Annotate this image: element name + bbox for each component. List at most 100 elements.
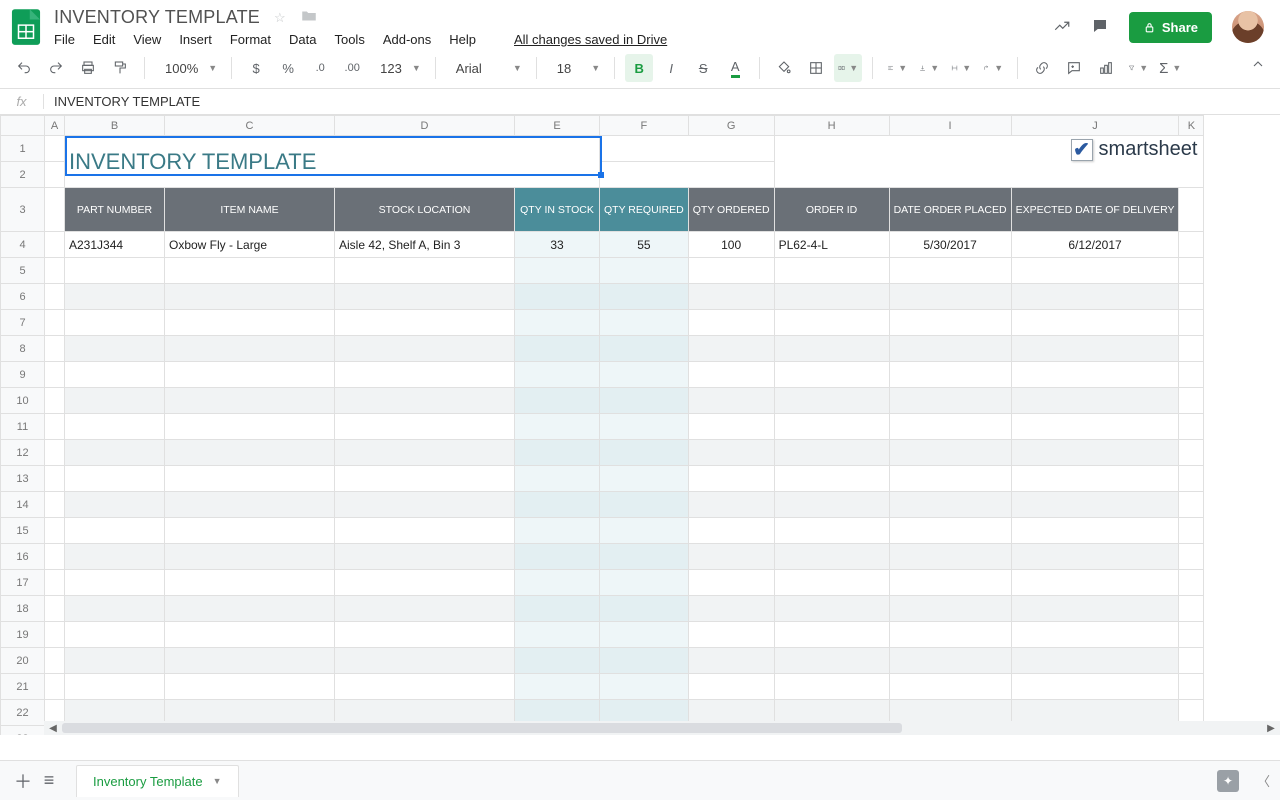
empty-cell[interactable] [65,544,165,570]
selection-handle[interactable] [598,172,604,178]
empty-cell[interactable] [889,466,1011,492]
empty-cell[interactable] [515,466,600,492]
empty-cell[interactable] [165,310,335,336]
chart-icon[interactable] [1092,54,1120,82]
empty-cell[interactable] [774,622,889,648]
empty-cell[interactable] [335,336,515,362]
empty-cell[interactable] [600,362,689,388]
collapse-toolbar-icon[interactable] [1250,56,1266,75]
empty-cell[interactable] [1011,388,1179,414]
row-header[interactable]: 3 [1,188,45,232]
col-header[interactable]: J [1011,116,1179,136]
empty-cell[interactable] [165,440,335,466]
percent-icon[interactable]: % [274,54,302,82]
empty-cell[interactable] [1011,362,1179,388]
empty-cell[interactable] [65,440,165,466]
formula-input[interactable]: INVENTORY TEMPLATE [44,94,1280,109]
empty-cell[interactable] [65,570,165,596]
empty-cell[interactable] [774,414,889,440]
empty-cell[interactable] [65,648,165,674]
spreadsheet-grid[interactable]: ABCDEFGHIJK1INVENTORY TEMPLATE✔smartshee… [0,115,1204,735]
empty-cell[interactable] [515,414,600,440]
empty-cell[interactable] [774,310,889,336]
empty-cell[interactable] [600,518,689,544]
rotate-icon[interactable]: ▼ [979,54,1007,82]
empty-cell[interactable] [688,362,774,388]
empty-cell[interactable] [1011,466,1179,492]
empty-cell[interactable] [165,336,335,362]
scroll-right-icon[interactable]: ▶ [1264,723,1278,734]
empty-cell[interactable] [335,518,515,544]
empty-cell[interactable] [515,570,600,596]
empty-cell[interactable] [774,492,889,518]
empty-cell[interactable] [600,492,689,518]
empty-cell[interactable] [688,596,774,622]
share-button[interactable]: Share [1129,12,1212,43]
h-align-icon[interactable]: ▼ [883,54,911,82]
empty-cell[interactable] [165,596,335,622]
fill-color-icon[interactable] [770,54,798,82]
row-header[interactable]: 9 [1,362,45,388]
row-header[interactable]: 5 [1,258,45,284]
empty-cell[interactable] [165,414,335,440]
empty-cell[interactable] [335,414,515,440]
menu-file[interactable]: File [54,32,75,47]
empty-cell[interactable] [1011,492,1179,518]
menu-help[interactable]: Help [449,32,476,47]
row-header[interactable]: 22 [1,700,45,726]
empty-cell[interactable] [515,544,600,570]
empty-cell[interactable] [65,362,165,388]
empty-cell[interactable] [65,518,165,544]
empty-cell[interactable] [688,492,774,518]
empty-cell[interactable] [165,284,335,310]
empty-cell[interactable] [600,388,689,414]
empty-cell[interactable] [1011,440,1179,466]
empty-cell[interactable] [1011,336,1179,362]
activity-icon[interactable] [1053,17,1071,38]
empty-cell[interactable] [688,570,774,596]
empty-cell[interactable] [774,388,889,414]
italic-icon[interactable]: I [657,54,685,82]
empty-cell[interactable] [889,492,1011,518]
menu-data[interactable]: Data [289,32,316,47]
menu-addons[interactable]: Add-ons [383,32,431,47]
empty-cell[interactable] [65,492,165,518]
add-sheet-icon[interactable]: ＋ [10,768,36,794]
merge-cells-icon[interactable]: ▼ [834,54,862,82]
empty-cell[interactable] [165,492,335,518]
link-icon[interactable] [1028,54,1056,82]
empty-cell[interactable] [688,310,774,336]
empty-cell[interactable] [774,544,889,570]
empty-cell[interactable] [165,622,335,648]
empty-cell[interactable] [774,570,889,596]
empty-cell[interactable] [1011,310,1179,336]
functions-icon[interactable]: Σ▼ [1156,54,1184,82]
col-header[interactable]: B [65,116,165,136]
move-folder-icon[interactable] [300,7,318,28]
undo-icon[interactable] [10,54,38,82]
borders-icon[interactable] [802,54,830,82]
v-align-icon[interactable]: ▼ [915,54,943,82]
empty-cell[interactable] [889,570,1011,596]
empty-cell[interactable] [1011,596,1179,622]
menu-tools[interactable]: Tools [334,32,364,47]
empty-cell[interactable] [600,414,689,440]
comments-icon[interactable] [1091,17,1109,38]
empty-cell[interactable] [1011,674,1179,700]
empty-cell[interactable] [889,596,1011,622]
empty-cell[interactable] [774,362,889,388]
empty-cell[interactable] [774,284,889,310]
empty-cell[interactable] [1011,544,1179,570]
empty-cell[interactable] [515,622,600,648]
empty-cell[interactable] [515,596,600,622]
empty-cell[interactable] [688,440,774,466]
row-header[interactable]: 16 [1,544,45,570]
empty-cell[interactable] [515,648,600,674]
filter-icon[interactable]: ▼ [1124,54,1152,82]
empty-cell[interactable] [515,284,600,310]
row-header[interactable]: 21 [1,674,45,700]
empty-cell[interactable] [600,258,689,284]
empty-cell[interactable] [335,258,515,284]
empty-cell[interactable] [515,440,600,466]
star-icon[interactable]: ☆ [274,10,286,26]
